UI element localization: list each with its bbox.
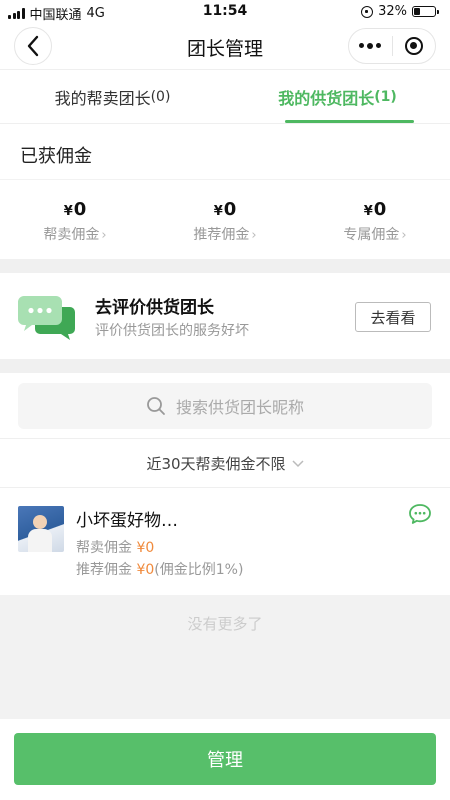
commission-summary: ¥0 帮卖佣金 › ¥0 推荐佣金 › ¥0 专属佣金 › xyxy=(0,181,450,259)
target-circle-icon xyxy=(404,37,423,55)
tab-label: 我的帮卖团长 xyxy=(54,88,151,108)
tab-count: (0) xyxy=(150,88,171,105)
chevron-right-icon: › xyxy=(101,228,107,243)
recommend-commission: 推荐佣金 ¥0(佣金比例1%) xyxy=(76,559,243,579)
help-sell-commission: 帮卖佣金 ¥0 xyxy=(76,537,154,557)
review-title: 去评价供货团长 xyxy=(95,298,214,318)
review-subtitle: 评价供货团长的服务好坏 xyxy=(95,323,249,339)
close-mini-program-button[interactable] xyxy=(393,29,436,63)
message-icon[interactable] xyxy=(408,503,432,525)
line-label: 帮卖佣金 xyxy=(76,540,132,556)
chevron-down-icon xyxy=(292,459,304,467)
search-input[interactable]: 搜索供货团长昵称 xyxy=(18,383,432,429)
search-section: 搜索供货团长昵称 xyxy=(0,373,450,439)
orientation-lock-icon xyxy=(361,5,374,18)
status-right: 32% xyxy=(361,4,439,19)
bottom-bar: 管理 xyxy=(0,719,450,800)
line-amount: ¥0 xyxy=(136,540,155,556)
commission-help-sell[interactable]: ¥0 帮卖佣金 › xyxy=(0,181,150,259)
section-divider xyxy=(0,259,450,273)
amount: 0 xyxy=(373,199,387,220)
label-text: 推荐佣金 xyxy=(193,227,250,243)
amount: 0 xyxy=(223,199,237,220)
line-label: 推荐佣金 xyxy=(76,562,132,578)
avatar-head xyxy=(33,515,47,529)
list-end-message: 没有更多了 xyxy=(0,595,450,719)
commission-value: ¥0 xyxy=(150,199,300,220)
filter-label: 近30天帮卖佣金不限 xyxy=(146,455,286,473)
tab-label: 我的供货团长 xyxy=(278,88,375,108)
label-text: 专属佣金 xyxy=(343,227,400,243)
commission-label: 专属佣金 › xyxy=(300,224,450,244)
search-placeholder: 搜索供货团长昵称 xyxy=(175,398,304,417)
tab-count: (1) xyxy=(374,88,397,105)
mini-program-capsule xyxy=(348,28,436,64)
avatar xyxy=(18,506,64,552)
chevron-right-icon: › xyxy=(251,228,257,243)
commission-recommend[interactable]: ¥0 推荐佣金 › xyxy=(150,181,300,259)
more-button[interactable] xyxy=(349,29,392,63)
manage-button[interactable]: 管理 xyxy=(14,733,436,785)
battery-percent: 32% xyxy=(378,4,407,19)
amount: 0 xyxy=(73,199,87,220)
tab-bar: 我的帮卖团长 (0) 我的供货团长 (1) xyxy=(0,70,450,124)
chevron-right-icon: › xyxy=(401,228,407,243)
commission-label: 帮卖佣金 › xyxy=(0,224,150,244)
commission-title: 已获佣金 xyxy=(0,124,450,180)
search-icon xyxy=(147,397,165,415)
review-card: 去评价供货团长 评价供货团长的服务好坏 去看看 xyxy=(0,273,450,359)
currency-symbol: ¥ xyxy=(363,204,373,219)
commission-label: 推荐佣金 › xyxy=(150,224,300,244)
currency-symbol: ¥ xyxy=(213,204,223,219)
section-divider xyxy=(0,359,450,373)
line-amount: ¥0 xyxy=(136,562,155,578)
list-item[interactable]: 小坏蛋好物… 帮卖佣金 ¥0 推荐佣金 ¥0(佣金比例1%) xyxy=(0,489,450,595)
commission-value: ¥0 xyxy=(0,199,150,220)
go-see-button[interactable]: 去看看 xyxy=(355,302,431,332)
commission-ratio-note: (佣金比例1%) xyxy=(154,562,244,578)
avatar-body xyxy=(28,529,52,552)
currency-symbol: ¥ xyxy=(63,204,73,219)
status-bar: 中国联通 4G 11:54 32% xyxy=(0,0,450,24)
tab-help-sell-leaders[interactable]: 我的帮卖团长 (0) xyxy=(0,70,225,123)
nav-bar: 团长管理 xyxy=(0,24,450,70)
more-dots-icon xyxy=(359,43,382,49)
battery-icon xyxy=(412,6,439,17)
commission-exclusive[interactable]: ¥0 专属佣金 › xyxy=(300,181,450,259)
leader-name: 小坏蛋好物… xyxy=(76,511,178,531)
chat-bubbles-icon xyxy=(18,296,75,340)
commission-value: ¥0 xyxy=(300,199,450,220)
label-text: 帮卖佣金 xyxy=(43,227,100,243)
tab-supply-leaders[interactable]: 我的供货团长 (1) xyxy=(225,70,450,123)
commission-filter-dropdown[interactable]: 近30天帮卖佣金不限 xyxy=(0,440,450,488)
